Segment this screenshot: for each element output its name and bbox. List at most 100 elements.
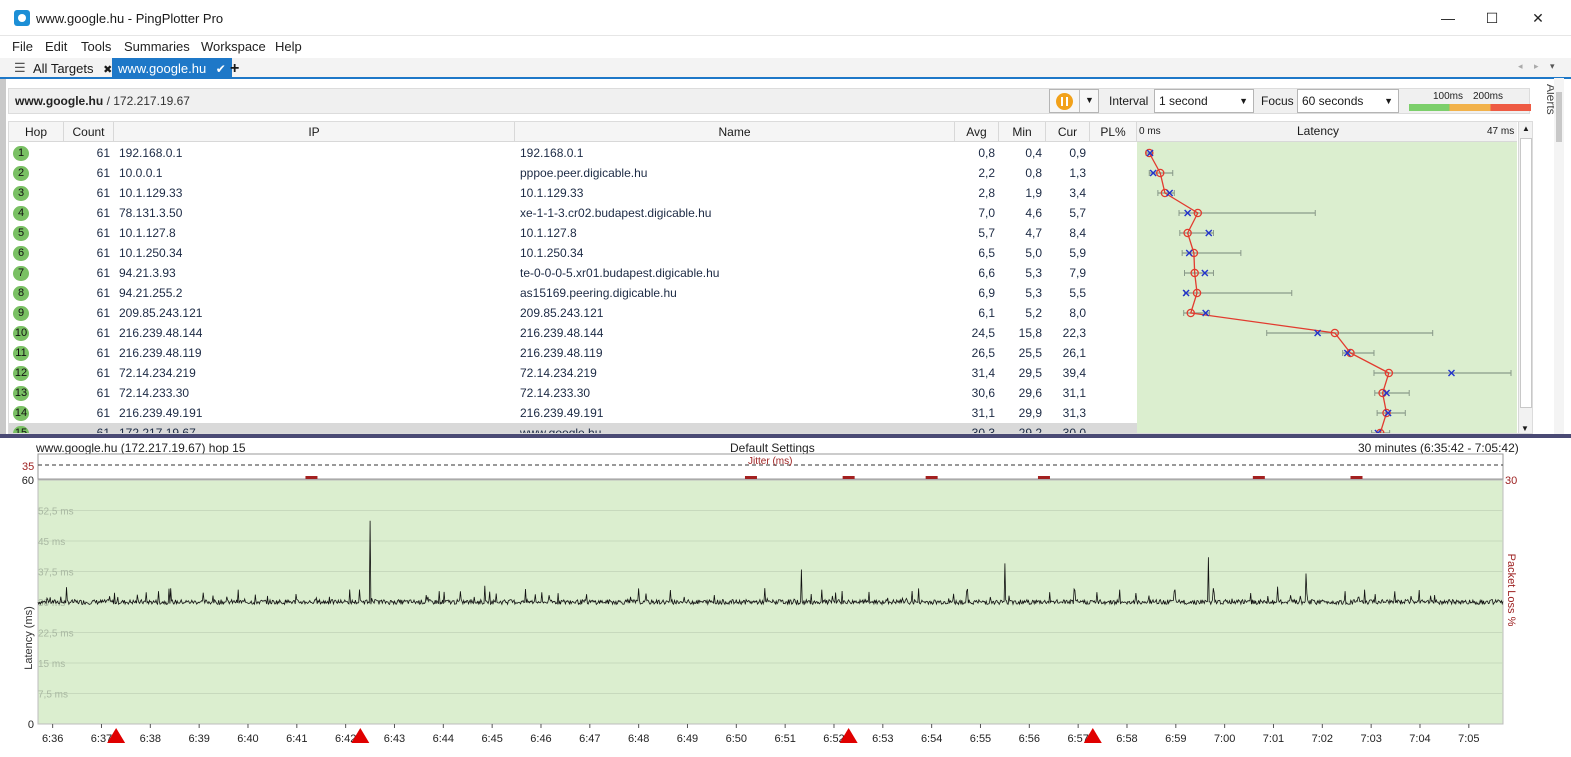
cell-avg: 6,6 (978, 266, 995, 280)
tab-bar: ☰ All Targets ✖ www.google.hu ✔ + ◂ ▸ ▾ (0, 58, 1571, 79)
col-avg[interactable]: Avg (955, 122, 999, 142)
cell-avg: 6,9 (978, 286, 995, 300)
table-row[interactable]: 11 61 216.239.48.119 216.239.48.119 26,5 25,5… (9, 343, 1137, 363)
menu-help[interactable]: Help (275, 39, 302, 54)
x-tick-label: 6:38 (140, 733, 161, 745)
cell-name: 216.239.48.119 (520, 346, 603, 360)
cell-avg: 5,7 (978, 226, 995, 240)
menu-tools[interactable]: Tools (81, 39, 111, 54)
cell-min: 0,4 (1025, 146, 1042, 160)
col-name[interactable]: Name (515, 122, 955, 142)
x-tick-label: 6:44 (433, 733, 454, 745)
x-tick-label: 6:46 (530, 733, 551, 745)
close-button[interactable]: ✕ (1516, 4, 1560, 32)
latency-color-scale (1409, 104, 1531, 111)
cell-min: 5,3 (1025, 286, 1042, 300)
table-row[interactable]: 9 61 209.85.243.121 209.85.243.121 6,1 5,2 8,0 (9, 303, 1137, 323)
y-tick-label: 52,5 ms (38, 507, 74, 518)
focus-select[interactable]: 60 seconds ▼ (1297, 89, 1399, 113)
pause-icon[interactable] (1056, 93, 1073, 110)
cell-min: 25,5 (1018, 346, 1042, 360)
table-row[interactable]: 5 61 10.1.127.8 10.1.127.8 5,7 4,7 8,4 (9, 223, 1137, 243)
cell-avg: 24,5 (971, 326, 995, 340)
x-tick-label: 7:02 (1312, 733, 1333, 745)
menu-file[interactable]: File (12, 39, 33, 54)
close-tab-icon[interactable]: ✖ (103, 64, 112, 76)
interval-select[interactable]: 1 second ▼ (1154, 89, 1254, 113)
table-row[interactable]: 12 61 72.14.234.219 72.14.234.219 31,4 29,5 39… (9, 363, 1137, 383)
maximize-button[interactable]: ☐ (1470, 4, 1514, 32)
table-row[interactable]: 4 61 78.131.3.50 xe-1-1-3.cr02.budapest.dig… (9, 203, 1137, 223)
grid-scrollbar[interactable]: ▲ ▼ (1518, 122, 1532, 433)
table-row[interactable]: 13 61 72.14.233.30 72.14.233.30 30,6 29,6 31,1 (9, 383, 1137, 403)
menu-edit[interactable]: Edit (45, 39, 67, 54)
cell-name: 209.85.243.121 (520, 306, 604, 320)
col-pl[interactable]: PL% (1090, 122, 1137, 142)
latency-graph-panel: 0 ms Latency 47 ms (1137, 122, 1517, 433)
jitter-marker (305, 476, 318, 479)
table-row[interactable]: 6 61 10.1.250.34 10.1.250.34 6,5 5,0 5,9 (9, 243, 1137, 263)
y-tick-label: 45 ms (38, 537, 65, 548)
latency-timeline-chart[interactable]: Jitter (ms)356052,5 ms45 ms37,5 ms30 ms2… (0, 438, 1571, 757)
tab-list-icon[interactable]: ▾ (1550, 61, 1555, 72)
col-cur[interactable]: Cur (1046, 122, 1090, 142)
col-ip[interactable]: IP (114, 122, 515, 142)
x-tick-label: 7:00 (1214, 733, 1235, 745)
table-row[interactable]: 7 61 94.21.3.93 te-0-0-0-5.xr01.budapest.di… (9, 263, 1137, 283)
pause-options-chevron-icon[interactable]: ▼ (1085, 95, 1094, 105)
x-tick-label: 6:39 (188, 733, 209, 745)
y-tick-label: 15 ms (38, 659, 65, 670)
jitter-marker (842, 476, 855, 479)
hamburger-icon[interactable]: ☰ (14, 60, 26, 76)
cell-min: 4,7 (1025, 226, 1042, 240)
table-row[interactable]: 14 61 216.239.49.191 216.239.49.191 31,1 29,9… (9, 403, 1137, 423)
scroll-down-icon[interactable]: ▼ (1521, 424, 1529, 433)
pause-dropdown[interactable]: ▼ (1049, 89, 1099, 113)
cell-ip: 192.168.0.1 (119, 146, 183, 160)
hop-status-badge: 14 (13, 406, 29, 421)
table-row[interactable]: 2 61 10.0.0.1 pppoe.peer.digicable.hu 2,2 0,8… (9, 163, 1137, 183)
table-row[interactable]: 10 61 216.239.48.144 216.239.48.144 24,5 15,8… (9, 323, 1137, 343)
tab-www-google-hu[interactable]: www.google.hu ✔ (112, 58, 232, 79)
x-tick-label: 6:57 (1067, 733, 1088, 745)
table-row[interactable]: 3 61 10.1.129.33 10.1.129.33 2,8 1,9 3,4 (9, 183, 1137, 203)
x-tick-label: 6:49 (677, 733, 698, 745)
cell-cur: 22,3 (1062, 326, 1086, 340)
scroll-up-icon[interactable]: ▲ (1519, 124, 1532, 133)
menu-workspace[interactable]: Workspace (201, 39, 266, 54)
hop-status-badge: 10 (13, 326, 29, 341)
col-count[interactable]: Count (64, 122, 114, 142)
col-hop[interactable]: Hop (9, 122, 64, 142)
cell-name: www.google.hu (520, 426, 602, 434)
add-tab-button[interactable]: + (224, 58, 245, 79)
hop-status-badge: 4 (13, 206, 29, 221)
cell-cur: 31,3 (1062, 406, 1086, 420)
cell-min: 4,6 (1025, 206, 1042, 220)
table-row[interactable]: 8 61 94.21.255.2 as15169.peering.digicable.… (9, 283, 1137, 303)
minimize-button[interactable]: — (1426, 4, 1470, 32)
cell-min: 29,5 (1018, 366, 1042, 380)
col-min[interactable]: Min (999, 122, 1046, 142)
y2-axis-title: Packet Loss % (1505, 554, 1517, 627)
x-tick-label: 6:50 (726, 733, 747, 745)
alerts-scrollbar[interactable] (1554, 78, 1564, 434)
hop-latency-chart (1145, 148, 1512, 433)
cell-ip: 10.1.250.34 (119, 246, 183, 260)
cell-min: 29,9 (1018, 406, 1042, 420)
y-tick-label: 0 (28, 719, 34, 731)
cell-min: 15,8 (1018, 326, 1042, 340)
cell-avg: 6,5 (978, 246, 995, 260)
table-row[interactable]: 1 61 192.168.0.1 192.168.0.1 0,8 0,4 0,9 (9, 143, 1137, 163)
menu-summaries[interactable]: Summaries (124, 39, 190, 54)
x-tick-label: 6:55 (970, 733, 991, 745)
hop-status-badge: 3 (13, 186, 29, 201)
tab-scroll-left-icon[interactable]: ◂ (1518, 61, 1523, 72)
cell-ip: 216.239.48.119 (119, 346, 202, 360)
tab-all-targets[interactable]: All Targets ✖ (27, 58, 118, 79)
x-tick-label: 6:45 (481, 733, 502, 745)
cell-count: 61 (96, 266, 110, 280)
cell-name: as15169.peering.digicable.hu (520, 286, 677, 300)
table-row[interactable]: 15 61 172.217.19.67 www.google.hu 30,3 29,2 30… (9, 423, 1137, 434)
tab-scroll-right-icon[interactable]: ▸ (1534, 61, 1539, 72)
x-tick-label: 6:36 (42, 733, 63, 745)
